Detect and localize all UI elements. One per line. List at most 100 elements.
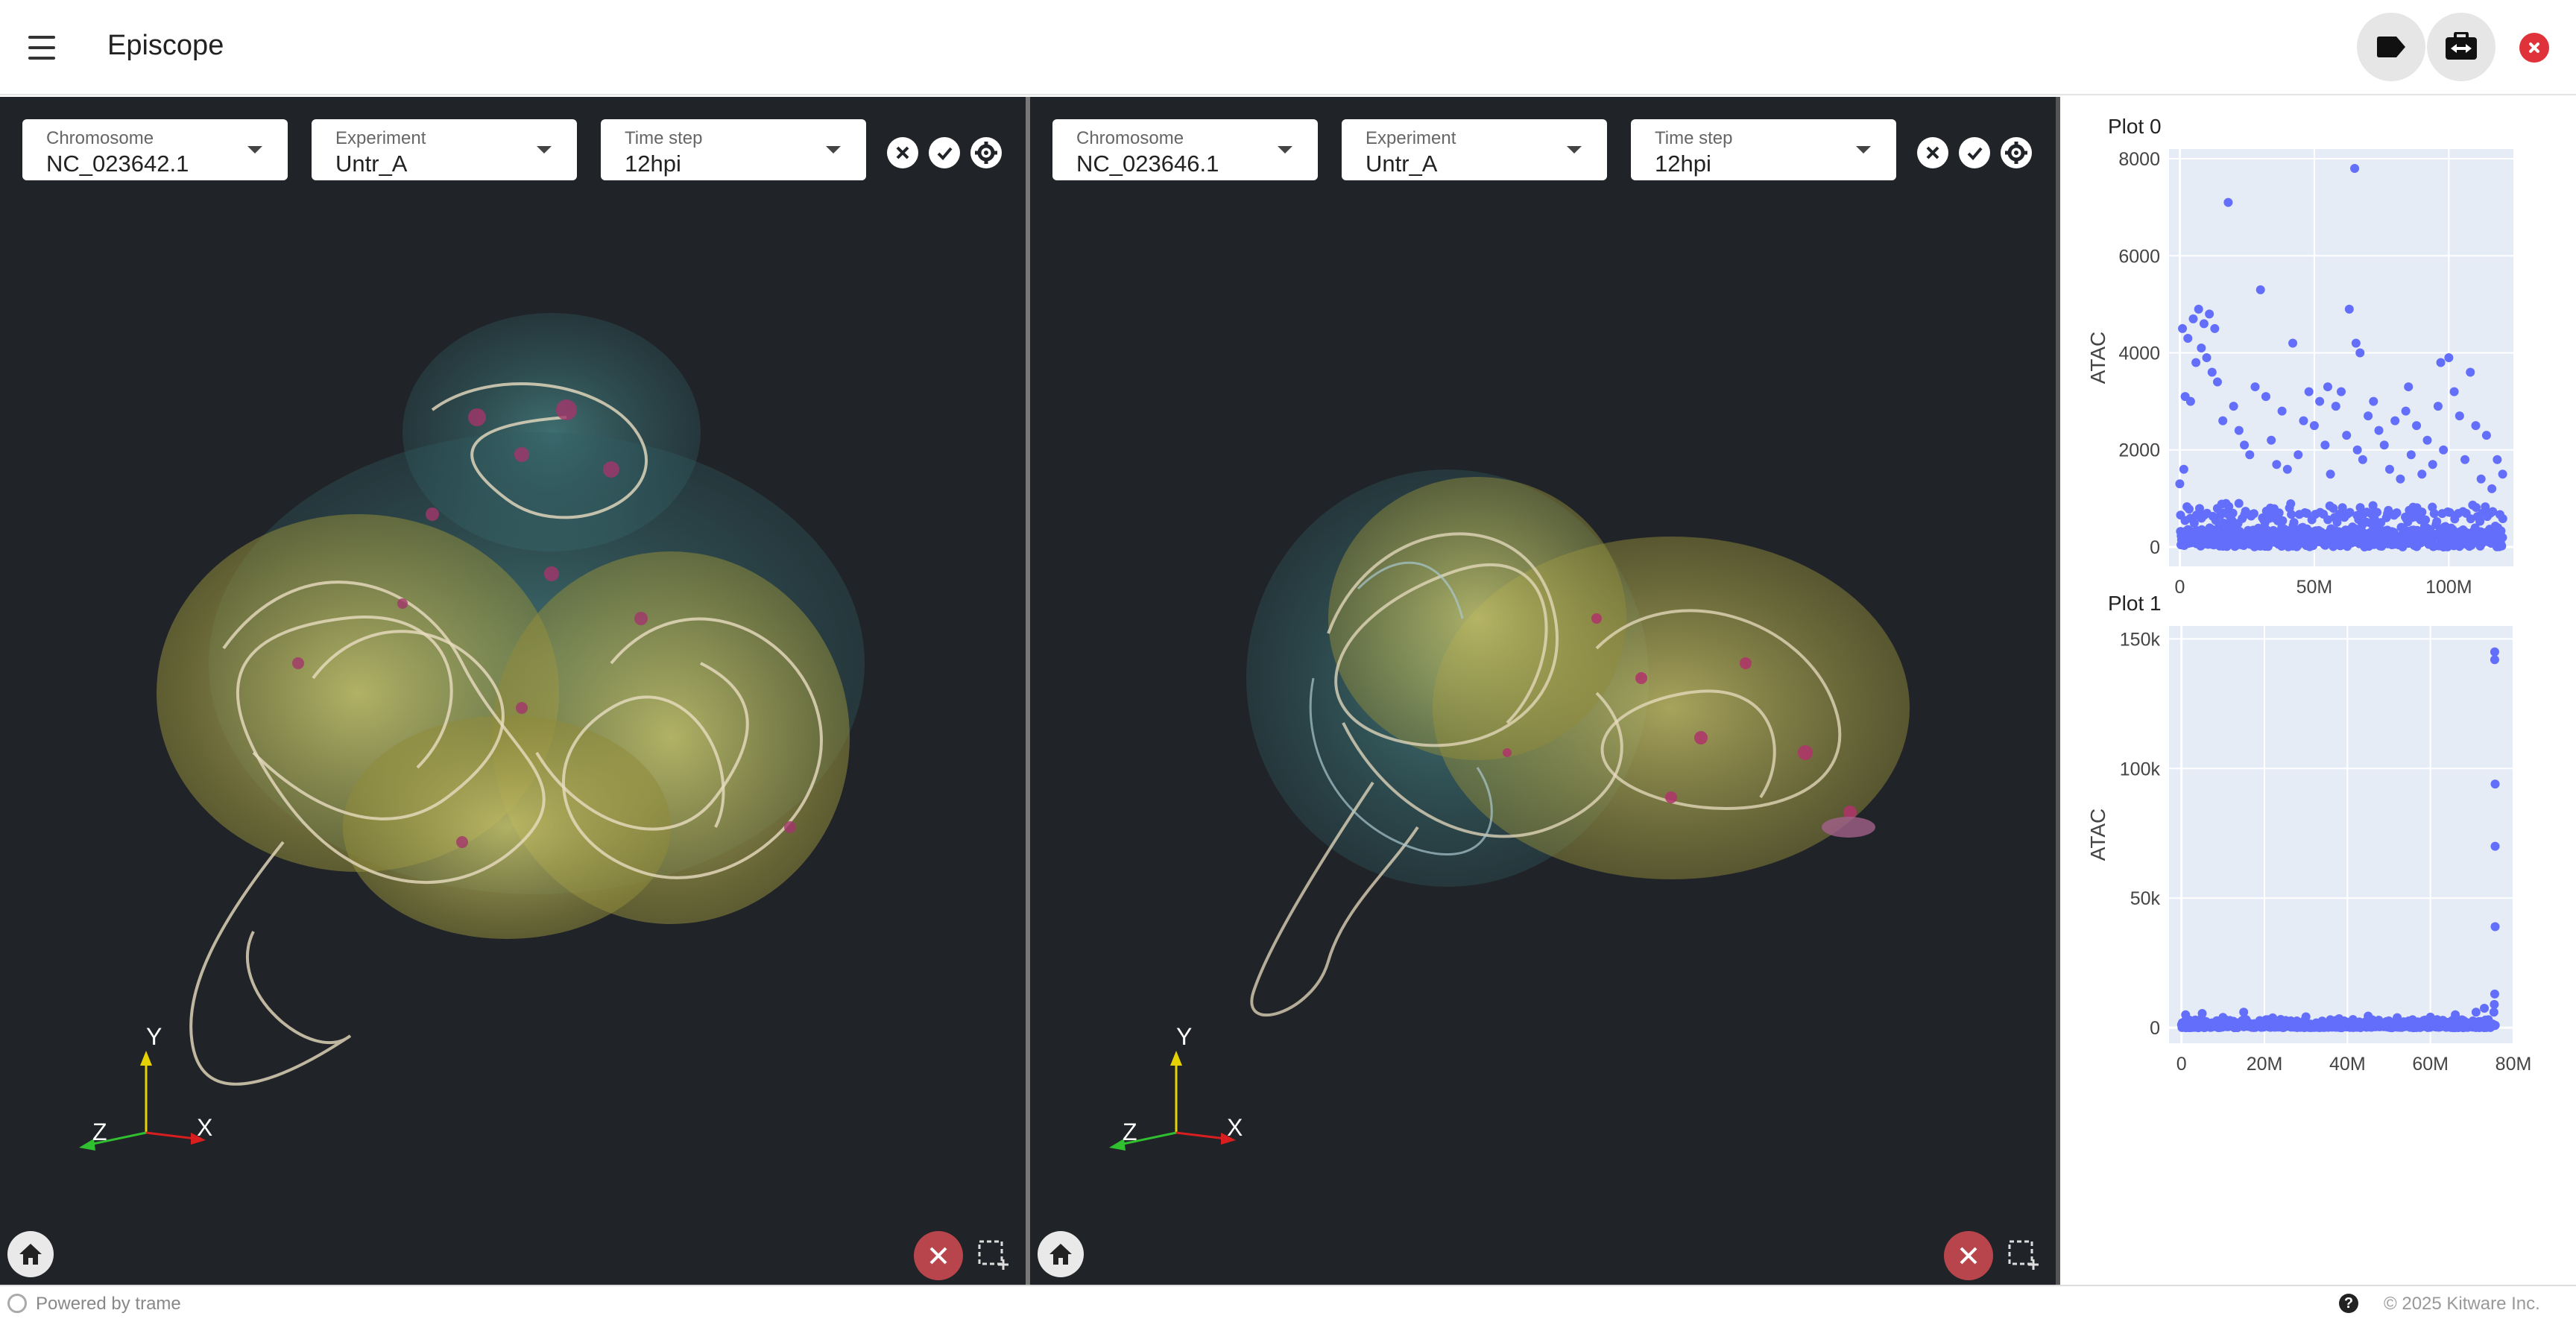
close-icon [1960, 1247, 1977, 1265]
data-point [2412, 421, 2422, 431]
data-point [2490, 841, 2500, 851]
data-point [2358, 455, 2367, 464]
y-axis-label: ATAC [2086, 809, 2109, 861]
data-point [2350, 164, 2360, 174]
axis-z-label: Z [1123, 1119, 1137, 1145]
apply-icon[interactable] [929, 137, 960, 168]
remove-view-button[interactable] [914, 1231, 963, 1280]
data-point [2240, 440, 2250, 450]
remove-view-button[interactable] [1944, 1231, 1993, 1280]
data-point [2179, 464, 2188, 474]
swap-button[interactable] [2427, 13, 2496, 81]
app-title: Episcope [107, 30, 224, 61]
data-point [2185, 396, 2195, 406]
x-tick-label: 20M [2247, 1054, 2283, 1075]
data-point [2228, 508, 2238, 518]
settings-gear-icon[interactable] [970, 137, 1002, 168]
data-point [2191, 358, 2201, 367]
plots-panel: Plot 0 0 2000 4000 6000 8000 0 50M 100M ATAC Plo… [2060, 97, 2576, 1285]
box-select-icon[interactable] [2007, 1237, 2041, 1271]
plot-area[interactable] [2169, 626, 2513, 1043]
x-tick-label: 0 [2176, 1054, 2187, 1075]
data-point [2490, 647, 2499, 657]
data-point [2175, 479, 2185, 489]
data-point [2455, 411, 2464, 421]
data-point [2197, 1009, 2207, 1018]
data-point [2373, 507, 2382, 517]
plot-1-scatter[interactable]: 0 50k 100k 150k 0 20M 40M 60M 80M ATAC [2060, 619, 2576, 1095]
data-point [2344, 304, 2354, 314]
chromatin-3d-render[interactable]: Y X Z [0, 97, 1026, 1285]
data-point [2489, 1008, 2498, 1017]
status-spinner-icon [7, 1294, 27, 1313]
y-tick-label: 4000 [2118, 343, 2160, 364]
data-point [2267, 435, 2276, 445]
data-point [2245, 450, 2255, 460]
data-point [2331, 402, 2340, 411]
tag-button[interactable] [2357, 13, 2425, 81]
chromatin-3d-render[interactable]: Y X Z [1030, 97, 2056, 1285]
data-point [2178, 323, 2188, 333]
data-point [2490, 989, 2499, 999]
box-select-icon[interactable] [976, 1237, 1011, 1271]
experiment-select[interactable]: Experiment Untr_A [312, 119, 577, 180]
data-point [2199, 319, 2209, 329]
data-point [2218, 1013, 2228, 1022]
data-point [2493, 455, 2502, 464]
chromosome-select[interactable]: Chromosome NC_023642.1 [22, 119, 288, 180]
experiment-select[interactable]: Experiment Untr_A [1342, 119, 1607, 180]
axis-y-label: Y [1176, 1023, 1192, 1050]
x-tick-label: 80M [2496, 1054, 2532, 1075]
data-point [2355, 348, 2365, 358]
data-point [2451, 1010, 2460, 1019]
data-point [2289, 518, 2299, 528]
close-app-button[interactable] [2519, 33, 2549, 63]
data-point [2404, 382, 2414, 392]
time-step-select[interactable]: Time step 12hpi [601, 119, 866, 180]
data-point [2471, 1008, 2481, 1017]
data-point [2393, 1013, 2402, 1022]
y-tick-label: 2000 [2118, 440, 2160, 461]
x-tick-label: 40M [2329, 1054, 2366, 1075]
reset-camera-home-button[interactable] [7, 1231, 54, 1277]
copyright: © 2025 Kitware Inc. [2384, 1294, 2540, 1314]
y-tick-label: 6000 [2118, 246, 2160, 267]
chromosome-select[interactable]: Chromosome NC_023646.1 [1052, 119, 1318, 180]
data-point [2425, 1012, 2435, 1022]
data-point [2401, 406, 2411, 416]
orientation-axes: Y X Z [1109, 1023, 1243, 1151]
data-point [2239, 1008, 2249, 1017]
clear-icon[interactable] [1917, 137, 1948, 168]
data-point [2286, 499, 2296, 508]
y-tick-label: 8000 [2118, 149, 2160, 170]
home-icon [19, 1244, 42, 1265]
menu-icon[interactable] [22, 30, 61, 66]
data-point [2351, 338, 2361, 348]
data-point [2436, 358, 2446, 367]
data-point [2334, 1013, 2344, 1023]
app-bar: Episcope [0, 0, 2576, 95]
view-right[interactable]: Y X Z Chromosome NC_023646.1 Experiment … [1030, 97, 2056, 1285]
plot-0-scatter[interactable]: 0 2000 4000 6000 8000 0 50M 100M ATAC [2060, 142, 2576, 619]
data-point [2374, 426, 2384, 435]
settings-gear-icon[interactable] [2001, 137, 2032, 168]
data-point [2205, 309, 2214, 319]
data-point [2304, 387, 2314, 396]
data-point [2342, 431, 2352, 440]
clear-icon[interactable] [887, 137, 918, 168]
view-left[interactable]: Y X Z Chromosome NC_023642.1 Experiment … [0, 97, 1026, 1285]
apply-icon[interactable] [1959, 137, 1990, 168]
data-point [2212, 377, 2222, 387]
data-point [2337, 387, 2346, 396]
y-tick-label: 0 [2150, 1018, 2160, 1039]
data-point [2429, 509, 2439, 519]
data-point [2396, 474, 2405, 484]
data-point [2261, 392, 2270, 402]
reset-camera-home-button[interactable] [1038, 1231, 1084, 1277]
time-step-select[interactable]: Time step 12hpi [1631, 119, 1896, 180]
axis-z-label: Z [92, 1119, 107, 1145]
help-icon[interactable]: ? [2339, 1294, 2358, 1313]
data-point [2332, 517, 2342, 527]
x-tick-label: 50M [2296, 577, 2333, 598]
data-point [2282, 464, 2292, 474]
